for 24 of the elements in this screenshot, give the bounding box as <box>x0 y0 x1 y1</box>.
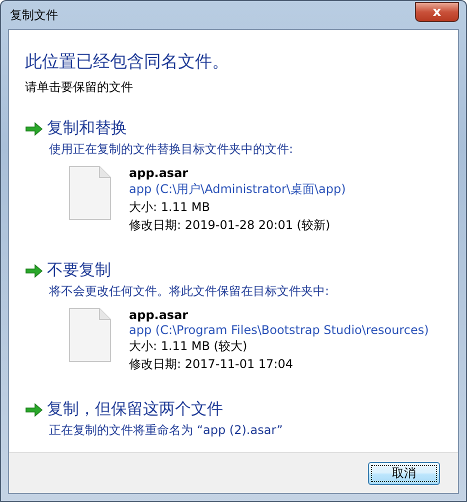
option-description: 使用正在复制的文件替换目标文件夹中的文件: <box>49 141 294 158</box>
file-icon <box>69 166 111 220</box>
arrow-icon <box>25 122 43 136</box>
file-location: app (C:\用户\Administrator\桌面\app) <box>129 181 346 198</box>
window-title: 复制文件 <box>9 6 58 24</box>
file-size: 大小: 1.11 MB (较大) <box>129 338 248 355</box>
file-name: app.asar <box>129 166 190 180</box>
close-button[interactable]: x <box>415 2 459 22</box>
cancel-button[interactable]: 取消 <box>368 462 440 484</box>
dialog-heading: 此位置已经包含同名文件。 <box>25 51 230 73</box>
arrow-icon <box>25 402 43 416</box>
arrow-icon <box>25 264 43 278</box>
option-description: 将不会更改任何文件。将此文件保留在目标文件夹中: <box>49 283 330 300</box>
option-description: 正在复制的文件将重命名为 “app (2).asar” <box>49 422 284 439</box>
instruction-text: 请单击要保留的文件 <box>25 79 134 96</box>
file-size: 大小: 1.11 MB <box>129 199 211 216</box>
file-modified-date: 修改日期: 2017-11-01 17:04 <box>129 356 294 373</box>
option-link[interactable]: 复制，但保留这两个文件 <box>47 399 223 420</box>
option-link[interactable]: 不要复制 <box>47 260 111 281</box>
file-icon <box>69 308 111 362</box>
file-name: app.asar <box>129 308 190 322</box>
file-location: app (C:\Program Files\Bootstrap Studio\resources) <box>129 323 429 337</box>
option-link[interactable]: 复制和替换 <box>47 118 127 139</box>
file-modified-date: 修改日期: 2019-01-28 20:01 (较新) <box>129 217 332 234</box>
